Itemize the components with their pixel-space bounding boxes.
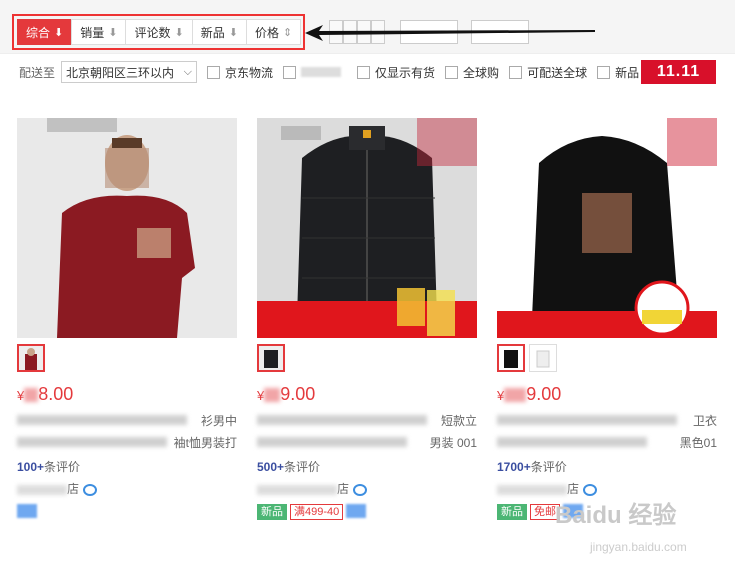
checkbox-icon[interactable] bbox=[597, 65, 611, 79]
arrow-down-icon: ⬇ bbox=[174, 26, 184, 39]
shop-suffix: 店 bbox=[337, 482, 350, 496]
filter-label: 全球购 bbox=[463, 65, 500, 80]
arrow-down-icon: ⬇ bbox=[228, 26, 238, 39]
checkbox-icon[interactable] bbox=[207, 65, 221, 79]
product-image[interactable] bbox=[497, 118, 717, 338]
chevron-down-icon: ⌵ bbox=[183, 65, 193, 78]
sort-price-button[interactable]: 价格 ⇕ bbox=[245, 19, 302, 45]
blurred-text bbox=[301, 67, 342, 77]
sort-label: 综合 bbox=[26, 25, 51, 40]
product-thumbnail[interactable] bbox=[497, 344, 525, 372]
shop-name[interactable]: 店 bbox=[257, 480, 477, 496]
product-title-line[interactable]: 卫衣 bbox=[497, 412, 717, 428]
product-thumbnail[interactable] bbox=[17, 344, 45, 372]
currency-symbol: ¥ bbox=[497, 388, 505, 403]
title-fragment: 卫衣 bbox=[692, 414, 717, 428]
chat-icon[interactable] bbox=[83, 483, 98, 496]
sort-group-highlight: 综合 ⬇ 销量 ⬇ 评论数 ⬇ 新品 ⬇ 价格 ⇕ bbox=[12, 14, 306, 50]
title-fragment: 短款立 bbox=[440, 414, 477, 428]
review-count[interactable]: 100+条评价 bbox=[17, 458, 237, 474]
sort-reviews-button[interactable]: 评论数 ⬇ bbox=[125, 19, 193, 45]
review-count[interactable]: 1700+条评价 bbox=[497, 458, 717, 474]
product-thumbnail[interactable] bbox=[529, 344, 557, 372]
shop-suffix: 店 bbox=[67, 482, 80, 496]
sort-updown-icon: ⇕ bbox=[282, 26, 293, 39]
shop-name[interactable]: 店 bbox=[497, 480, 717, 496]
tag-new: 新品 bbox=[497, 504, 527, 520]
tag-discount: 满499-40 bbox=[290, 504, 344, 520]
filter-label: 可配送全球 bbox=[527, 65, 588, 80]
shop-suffix: 店 bbox=[567, 482, 580, 496]
product-title-line[interactable]: 男装 001 bbox=[257, 434, 477, 450]
promo-1111-badge[interactable]: 11.11 bbox=[641, 60, 716, 84]
product-title-line[interactable]: 袖t恤男装打 bbox=[17, 434, 237, 450]
filter-new[interactable]: 新品 bbox=[597, 64, 639, 81]
sort-sales-button[interactable]: 销量 ⬇ bbox=[71, 19, 127, 45]
currency-symbol: ¥ bbox=[257, 388, 265, 403]
filter-in-stock[interactable]: 仅显示有货 bbox=[357, 64, 435, 81]
title-fragment: 黑色01 bbox=[679, 436, 717, 450]
price-value: 9.00 bbox=[526, 384, 562, 404]
product-thumbnail[interactable] bbox=[257, 344, 285, 372]
annotation-arrow-icon bbox=[305, 25, 595, 41]
checkbox-icon[interactable] bbox=[445, 65, 459, 79]
sort-comprehensive-button[interactable]: 综合 ⬇ bbox=[17, 19, 73, 45]
sort-toolbar: 综合 ⬇ 销量 ⬇ 评论数 ⬇ 新品 ⬇ 价格 ⇕ bbox=[0, 0, 735, 54]
review-count[interactable]: 500+条评价 bbox=[257, 458, 477, 474]
product-price: ¥8.00 bbox=[17, 384, 237, 406]
product-card[interactable]: ¥8.00 衫男中 袖t恤男装打 100+条评价 店 bbox=[17, 118, 237, 520]
blurred-badge bbox=[346, 504, 367, 518]
sort-label: 销量 bbox=[80, 25, 105, 40]
filter-label: 新品 bbox=[615, 65, 640, 80]
product-title-line[interactable]: 衫男中 bbox=[17, 412, 237, 428]
filter-label: 京东物流 bbox=[225, 65, 274, 80]
title-fragment: 衫男中 bbox=[200, 414, 237, 428]
checkbox-icon[interactable] bbox=[357, 65, 371, 79]
filter-blurred[interactable] bbox=[283, 65, 347, 79]
sort-label: 新品 bbox=[200, 25, 225, 40]
review-number: 1700+ bbox=[497, 460, 531, 474]
review-suffix: 条评价 bbox=[44, 460, 81, 474]
delivery-filter-row: 配送至 北京朝阳区三环以内 ⌵ 京东物流 仅显示有货 全球购 可配送全球 新品 bbox=[0, 56, 735, 88]
chat-icon[interactable] bbox=[353, 483, 368, 496]
sort-label: 评论数 bbox=[134, 25, 171, 40]
baidu-watermark-url: jingyan.baidu.com bbox=[590, 540, 687, 554]
product-card[interactable]: ¥9.00 卫衣 黑色01 1700+条评价 店 新品 免邮 bbox=[497, 118, 717, 520]
baidu-watermark: Baidu 经验 bbox=[555, 502, 677, 529]
title-fragment: 袖t恤男装打 bbox=[173, 436, 237, 450]
review-suffix: 条评价 bbox=[284, 460, 321, 474]
arrow-down-icon: ⬇ bbox=[54, 26, 64, 39]
address-select[interactable]: 北京朝阳区三环以内 ⌵ bbox=[61, 61, 198, 83]
deliver-label: 配送至 bbox=[19, 65, 56, 80]
product-title-line[interactable]: 短款立 bbox=[257, 412, 477, 428]
sort-new-button[interactable]: 新品 ⬇ bbox=[191, 19, 247, 45]
review-number: 100+ bbox=[17, 460, 45, 474]
filter-label: 仅显示有货 bbox=[375, 65, 436, 80]
sort-label: 价格 bbox=[254, 25, 279, 40]
currency-symbol: ¥ bbox=[17, 388, 25, 403]
filter-ship-global[interactable]: 可配送全球 bbox=[509, 64, 587, 81]
product-image[interactable] bbox=[17, 118, 237, 338]
checkbox-icon[interactable] bbox=[509, 65, 523, 79]
product-price: ¥9.00 bbox=[497, 384, 717, 406]
product-card[interactable]: ¥9.00 短款立 男装 001 500+条评价 店 新品 满499-40 bbox=[257, 118, 477, 520]
arrow-down-icon: ⬇ bbox=[108, 26, 118, 39]
address-value: 北京朝阳区三环以内 bbox=[66, 65, 175, 80]
product-price: ¥9.00 bbox=[257, 384, 477, 406]
review-suffix: 条评价 bbox=[530, 460, 567, 474]
filter-global[interactable]: 全球购 bbox=[445, 64, 499, 81]
checkbox-icon[interactable] bbox=[283, 65, 297, 79]
title-fragment: 男装 001 bbox=[429, 436, 477, 450]
tag-new: 新品 bbox=[257, 504, 287, 520]
review-number: 500+ bbox=[257, 460, 285, 474]
product-title-line[interactable]: 黑色01 bbox=[497, 434, 717, 450]
price-value: 8.00 bbox=[38, 384, 74, 404]
product-image[interactable] bbox=[257, 118, 477, 338]
price-value: 9.00 bbox=[280, 384, 316, 404]
shop-name[interactable]: 店 bbox=[17, 480, 237, 496]
blurred-badge bbox=[17, 504, 37, 518]
filter-jd-logistics[interactable]: 京东物流 bbox=[207, 64, 273, 81]
